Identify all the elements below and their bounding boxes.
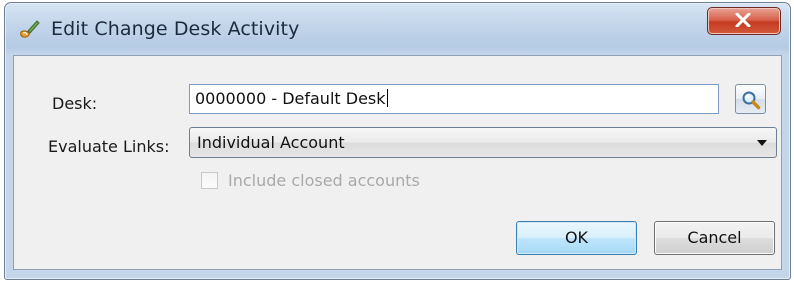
evaluate-links-value: Individual Account xyxy=(197,133,345,152)
magnifier-icon xyxy=(742,91,761,110)
ok-button[interactable]: OK xyxy=(516,221,637,255)
evaluate-links-select[interactable]: Individual Account xyxy=(189,127,777,158)
dialog-window: Edit Change Desk Activity Desk: 0000000 … xyxy=(4,2,791,280)
desk-input[interactable]: 0000000 - Default Desk xyxy=(189,84,719,114)
desk-input-value: 0000000 - Default Desk xyxy=(195,89,386,108)
dialog-body: Desk: 0000000 - Default Desk Evaluate Li… xyxy=(13,55,782,270)
evaluate-links-label: Evaluate Links: xyxy=(48,137,170,156)
title-bar[interactable]: Edit Change Desk Activity xyxy=(5,3,790,55)
desk-lookup-button[interactable] xyxy=(735,84,766,114)
cancel-button[interactable]: Cancel xyxy=(654,221,775,255)
close-button[interactable] xyxy=(707,7,781,35)
include-closed-label: Include closed accounts xyxy=(228,171,420,190)
window-title: Edit Change Desk Activity xyxy=(51,18,300,40)
include-closed-checkbox[interactable] xyxy=(201,172,218,189)
brush-icon xyxy=(19,19,41,39)
desk-label: Desk: xyxy=(52,94,98,113)
dropdown-arrow-icon xyxy=(757,140,767,146)
close-x-icon xyxy=(735,13,751,27)
text-caret xyxy=(386,89,388,107)
